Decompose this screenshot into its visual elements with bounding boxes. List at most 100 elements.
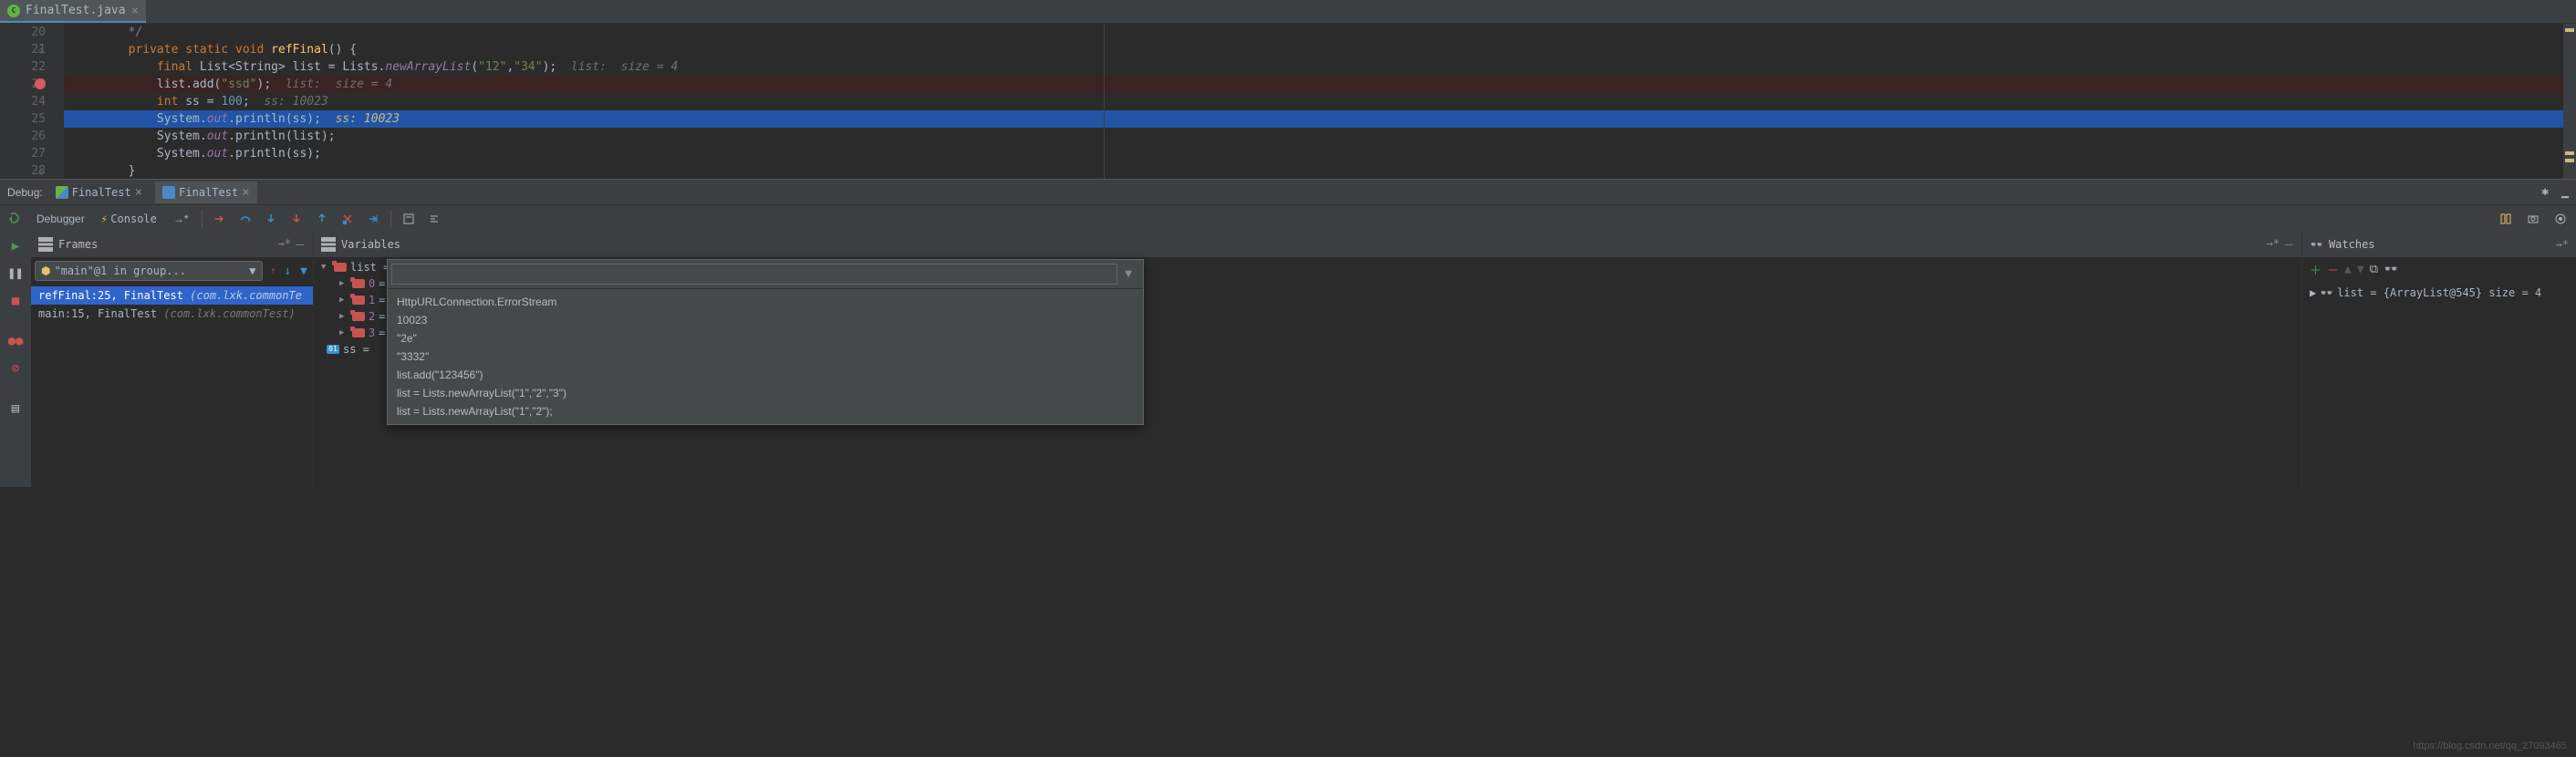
line-number: 22 xyxy=(0,58,46,76)
add-watch-button[interactable]: ＋ xyxy=(2310,261,2322,278)
eval-history-item[interactable]: 10023 xyxy=(388,311,1143,329)
close-icon[interactable]: × xyxy=(242,185,249,200)
force-step-into-button[interactable] xyxy=(285,207,308,231)
restore-icon[interactable]: →* xyxy=(278,237,291,253)
expand-icon[interactable]: ▼ xyxy=(321,263,330,272)
evaluate-input[interactable] xyxy=(391,264,1117,285)
frames-header: Frames →* － xyxy=(31,232,313,257)
watch-item[interactable]: ▶ 👓 list = {ArrayList@545} size = 4 xyxy=(2302,284,2576,302)
restore-icon[interactable]: →* xyxy=(2267,237,2280,253)
frame-item[interactable]: main:15, FinalTest (com.lxk.commonTest) xyxy=(31,305,313,323)
calculator-icon xyxy=(402,213,415,225)
resume-button[interactable]: ▶ xyxy=(5,235,26,257)
rerun-button[interactable] xyxy=(4,207,27,231)
breakpoint-icon[interactable] xyxy=(35,78,46,89)
eval-history-item[interactable]: "2e" xyxy=(388,329,1143,347)
step-out-icon xyxy=(316,213,328,225)
watches-icon: 👓 xyxy=(2310,238,2323,251)
expand-icon[interactable]: ▶ xyxy=(339,312,348,321)
thread-dump-button[interactable]: ▤ xyxy=(5,398,26,420)
layout-button[interactable] xyxy=(2494,207,2518,231)
copy-button[interactable]: ⧉ xyxy=(2370,263,2378,276)
filter-button[interactable]: ▼ xyxy=(295,264,313,278)
scroll-marker xyxy=(2565,151,2574,155)
drop-frame-button[interactable] xyxy=(336,207,359,231)
pause-button[interactable]: ❚❚ xyxy=(5,263,26,285)
debug-session-tab[interactable]: FinalTest × xyxy=(155,181,256,203)
run-to-cursor-icon xyxy=(367,213,379,225)
debug-session-tab[interactable]: FinalTest × xyxy=(48,181,150,203)
line-number: 27 xyxy=(0,145,46,162)
move-up-button[interactable]: ▲ xyxy=(2344,263,2352,276)
show-exec-point-button[interactable] xyxy=(208,207,232,231)
line-number: 25 xyxy=(0,110,46,128)
eval-history-item[interactable]: HttpURLConnection.ErrorStream xyxy=(388,293,1143,311)
watches-list[interactable]: ▶ 👓 list = {ArrayList@545} size = 4 xyxy=(2302,282,2576,487)
inline-hint: list: size = 4 xyxy=(571,60,678,74)
eval-history-item[interactable]: list = Lists.newArrayList("1","2"); xyxy=(388,402,1143,420)
remove-watch-button[interactable]: － xyxy=(2327,261,2339,278)
debug-header: Debug: FinalTest × FinalTest × ✱ ▁ xyxy=(0,179,2576,204)
rerun-icon xyxy=(9,213,22,225)
restore-icon[interactable]: →* xyxy=(2556,238,2569,251)
output-tab[interactable]: →* xyxy=(166,213,196,225)
console-tab[interactable]: ⚡ Console xyxy=(94,213,164,225)
line-number: 28⊖ xyxy=(0,162,46,180)
close-icon[interactable]: × xyxy=(135,185,142,200)
editor-scrollbar[interactable] xyxy=(2563,24,2576,179)
run-to-cursor-button[interactable] xyxy=(361,207,385,231)
gutter[interactable]: 20 21⊖ 22 23 24 25 26 27 28⊖ xyxy=(0,24,64,179)
eval-input-row: ▼ xyxy=(388,260,1143,289)
step-out-button[interactable] xyxy=(310,207,334,231)
frame-item[interactable]: refFinal:25, FinalTest (com.lxk.commonTe xyxy=(31,286,313,305)
camera-icon xyxy=(2527,213,2540,225)
expand-icon[interactable]: ▶ xyxy=(339,328,348,337)
variables-header: Variables →* － xyxy=(314,232,2301,257)
watches-header: 👓 Watches →* xyxy=(2302,232,2576,257)
show-watches-button[interactable]: 👓 xyxy=(2384,263,2398,276)
close-icon[interactable]: × xyxy=(131,4,139,18)
inline-hint: ss: 10023 xyxy=(336,112,400,126)
chevron-down-icon: ▼ xyxy=(249,264,255,277)
move-down-button[interactable]: ▼ xyxy=(2357,263,2364,276)
gear-icon[interactable]: ✱ xyxy=(2541,185,2549,199)
hide-icon[interactable]: － xyxy=(295,237,306,253)
debug-toolbar: Debugger ⚡ Console →* xyxy=(0,204,2576,232)
debug-config-icon xyxy=(162,186,175,199)
debugger-tab[interactable]: Debugger xyxy=(29,213,92,225)
hide-icon[interactable]: － xyxy=(2283,237,2294,253)
breakpoints-button[interactable]: ●● xyxy=(5,330,26,352)
line-number: 23 xyxy=(0,76,46,93)
object-icon xyxy=(352,312,365,321)
stop-button[interactable]: ■ xyxy=(5,290,26,312)
eval-history-item[interactable]: list.add("123456") xyxy=(388,366,1143,384)
editor-tab-finaltest[interactable]: C FinalTest.java × xyxy=(0,0,146,23)
expand-icon[interactable]: ▶ xyxy=(339,296,348,305)
pin-button[interactable] xyxy=(2549,207,2572,231)
code-text[interactable]: */ private static void refFinal() { fina… xyxy=(64,24,2576,179)
object-icon xyxy=(352,296,365,305)
object-icon xyxy=(352,328,365,337)
expand-icon[interactable]: ▶ xyxy=(339,279,348,288)
history-dropdown-button[interactable]: ▼ xyxy=(1117,264,1139,285)
step-into-button[interactable] xyxy=(259,207,283,231)
minimize-icon[interactable]: ▁ xyxy=(2561,185,2569,199)
trace-button[interactable] xyxy=(422,207,446,231)
thread-dropdown[interactable]: ⬢ "main"@1 in group... ▼ xyxy=(35,261,263,281)
eval-history-item[interactable]: list = Lists.newArrayList("1","2","3") xyxy=(388,384,1143,402)
evaluate-button[interactable] xyxy=(397,207,421,231)
code-editor[interactable]: 20 21⊖ 22 23 24 25 26 27 28⊖ */ private … xyxy=(0,24,2576,179)
drop-frame-icon xyxy=(341,213,354,225)
prev-frame-button[interactable]: ↑ xyxy=(266,264,281,278)
next-frame-button[interactable]: ↓ xyxy=(280,264,295,278)
mute-breakpoints-button[interactable]: ⊘ xyxy=(5,358,26,379)
settings-button[interactable] xyxy=(2521,207,2545,231)
eval-history-item[interactable]: "3332" xyxy=(388,347,1143,366)
editor-tabs: C FinalTest.java × xyxy=(0,0,2576,24)
line-number: 26 xyxy=(0,128,46,145)
fold-end-icon[interactable]: ⊖ xyxy=(38,164,44,181)
eval-history-list[interactable]: HttpURLConnection.ErrorStream 10023 "2e"… xyxy=(388,289,1143,424)
expand-icon[interactable]: ▶ xyxy=(2310,286,2316,299)
step-over-button[interactable] xyxy=(234,207,257,231)
frames-list[interactable]: refFinal:25, FinalTest (com.lxk.commonTe… xyxy=(31,285,313,487)
